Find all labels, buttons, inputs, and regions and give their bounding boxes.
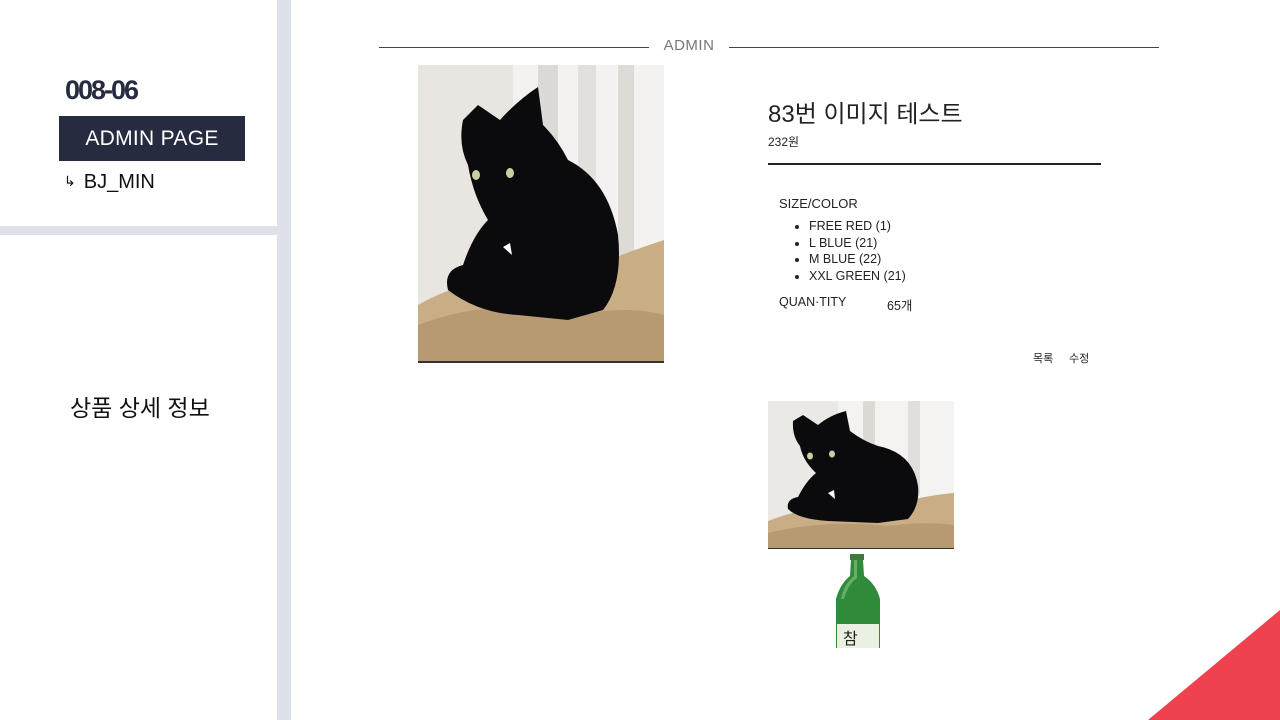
arrow-icon: ↳ [64,173,76,189]
page-title: ADMIN [663,37,715,54]
product-title: 83번 이미지 테스트 [768,101,963,128]
soju-bottle-icon: 참 [830,554,890,648]
detail-image-bottle: 참 [830,554,890,648]
list-item: XXL GREEN (21) [809,268,906,285]
user-label: ↳ BJ_MIN [64,171,155,194]
admin-page-badge: ADMIN PAGE [59,116,245,161]
option-list: FREE RED (1) L BLUE (21) M BLUE (22) XXL… [779,218,906,284]
horizontal-divider [0,226,277,235]
header-rule-right [729,47,1159,48]
size-color-label: SIZE/COLOR [779,196,858,211]
list-item: FREE RED (1) [809,218,906,235]
list-item: L BLUE (21) [809,235,906,252]
product-price: 232원 [768,135,800,149]
list-item: M BLUE (22) [809,251,906,268]
cat-photo-icon [418,65,664,361]
product-divider [768,163,1101,165]
section-title: 상품 상세 정보 [70,395,210,421]
svg-text:참: 참 [843,629,858,648]
cat-photo-icon [768,401,954,548]
edit-link[interactable]: 수정 [1069,350,1089,366]
vertical-divider [277,0,291,720]
left-panel-bottom [0,235,276,720]
header-rule-left [379,47,649,48]
product-image [418,65,664,363]
quantity-value: 65개 [887,299,913,313]
list-link[interactable]: 목록 [1033,350,1053,366]
user-name: BJ_MIN [83,171,155,193]
detail-image-cat [768,401,954,549]
corner-decoration-bottom-right [1148,610,1280,720]
slide-number: 008-06 [65,75,139,105]
quantity-label: QUAN·TITY [779,295,847,309]
